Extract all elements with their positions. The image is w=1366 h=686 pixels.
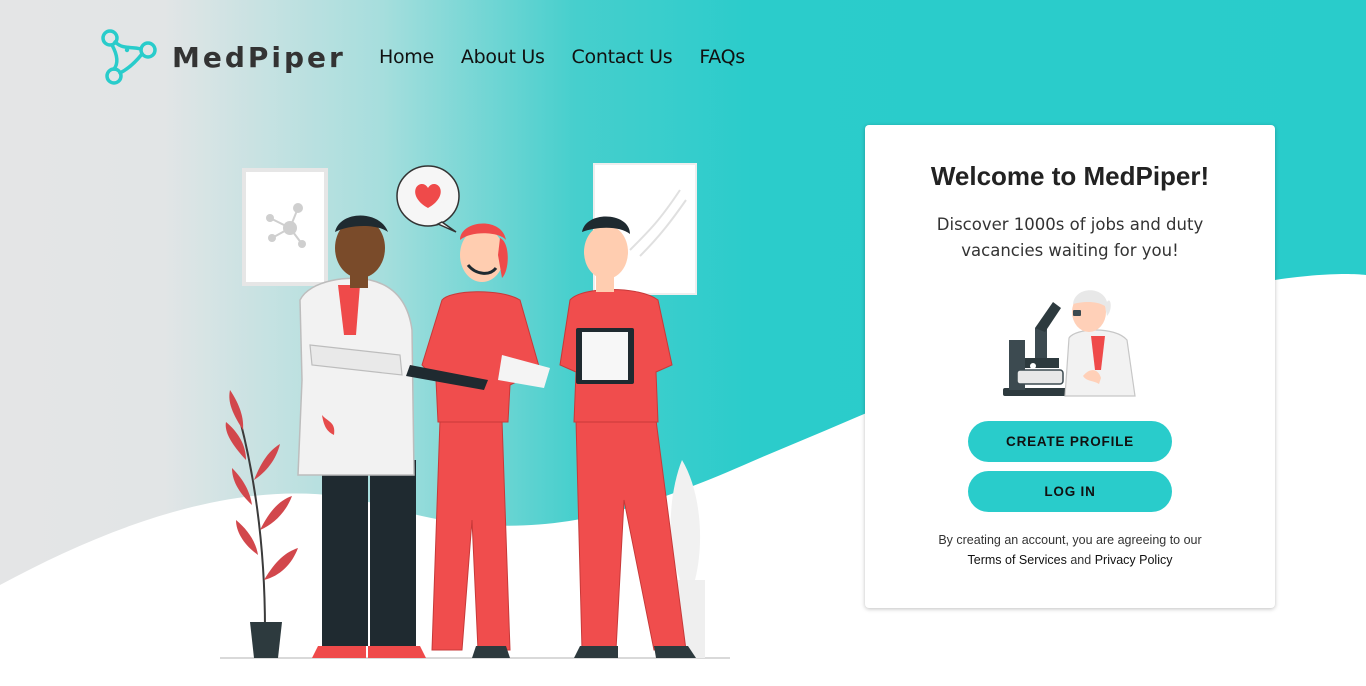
terms-of-services-link[interactable]: Terms of Services xyxy=(968,553,1067,567)
welcome-subtitle: Discover 1000s of jobs and duty vacancie… xyxy=(936,215,1204,260)
red-plant xyxy=(225,390,298,658)
microscope-icon xyxy=(1003,290,1136,397)
top-header: MedPiper Home About Us Contact Us FAQs xyxy=(0,0,1366,110)
brand-name: MedPiper xyxy=(172,40,346,74)
brand-logo[interactable]: MedPiper xyxy=(100,28,346,86)
legal-notice: By creating an account, you are agreeing… xyxy=(930,530,1210,570)
legal-conjunction: and xyxy=(1070,553,1092,567)
privacy-policy-link[interactable]: Privacy Policy xyxy=(1095,553,1173,567)
molecule-poster xyxy=(242,168,328,286)
medical-staff-illustration xyxy=(220,163,730,659)
login-button[interactable]: LOG IN xyxy=(968,471,1172,512)
heart-icon xyxy=(396,165,460,233)
nav-about-us[interactable]: About Us xyxy=(461,46,545,68)
legal-prefix: By creating an account, you are agreeing… xyxy=(938,533,1202,547)
nav-contact-us[interactable]: Contact Us xyxy=(572,46,673,68)
nurse-figure xyxy=(406,223,550,658)
welcome-title: Welcome to MedPiper! xyxy=(930,161,1210,191)
nav-faqs[interactable]: FAQs xyxy=(699,46,745,68)
main-nav: Home About Us Contact Us FAQs xyxy=(379,46,745,68)
molecule-logo-icon xyxy=(101,29,157,85)
nav-home[interactable]: Home xyxy=(379,46,434,68)
create-profile-button[interactable]: CREATE PROFILE xyxy=(968,421,1172,462)
welcome-card: Welcome to MedPiper! Discover 1000s of j… xyxy=(865,125,1275,608)
